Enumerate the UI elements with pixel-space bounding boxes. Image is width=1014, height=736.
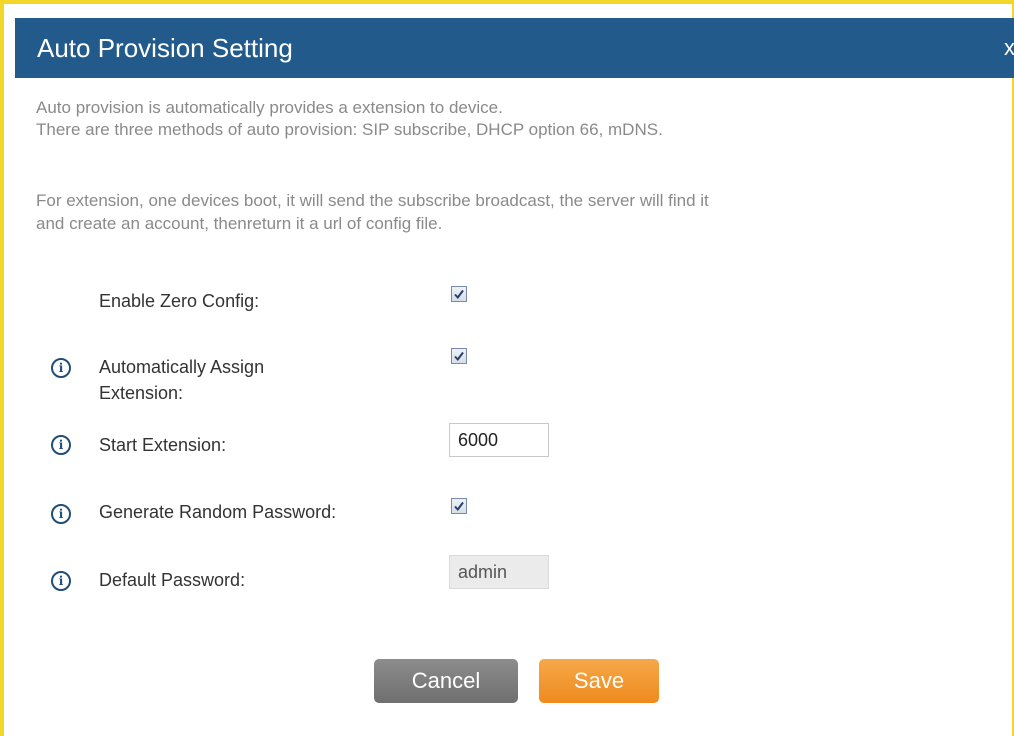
enable-zero-config-checkbox[interactable] — [451, 286, 467, 302]
info-icon[interactable]: i — [51, 435, 71, 455]
close-icon[interactable]: x — [1004, 33, 1014, 63]
checkmark-icon — [454, 501, 464, 512]
generate-random-password-checkbox[interactable] — [451, 498, 467, 514]
checkmark-icon — [454, 289, 464, 300]
enable-zero-config-label: Enable Zero Config: — [99, 291, 260, 311]
description-line-1: Auto provision is automatically provides… — [36, 98, 503, 117]
dialog-title-bar: Auto Provision Setting x — [15, 18, 1014, 78]
dialog-title: Auto Provision Setting — [37, 33, 293, 63]
description-line-3: For extension, one devices boot, it will… — [36, 191, 709, 210]
info-icon[interactable]: i — [51, 358, 71, 378]
start-extension-label: Start Extension: — [99, 435, 227, 455]
auto-assign-extension-label-line-1: Automatically Assign — [99, 357, 265, 377]
checkmark-icon — [454, 351, 464, 362]
description-line-2: There are three methods of auto provisio… — [36, 120, 663, 139]
auto-assign-extension-checkbox[interactable] — [451, 348, 467, 364]
info-icon[interactable]: i — [51, 571, 71, 591]
cancel-button[interactable]: Cancel — [374, 659, 518, 703]
dialog-frame: Auto Provision Setting x Auto provision … — [0, 0, 1014, 736]
description-line-4: and create an account, thenreturn it a u… — [36, 214, 443, 233]
auto-assign-extension-label-line-2: Extension: — [99, 383, 184, 403]
default-password-label: Default Password: — [99, 570, 246, 590]
start-extension-input[interactable] — [449, 423, 549, 457]
info-icon[interactable]: i — [51, 504, 71, 524]
save-button[interactable]: Save — [539, 659, 659, 703]
default-password-input — [449, 555, 549, 589]
generate-random-password-label: Generate Random Password: — [99, 502, 337, 522]
